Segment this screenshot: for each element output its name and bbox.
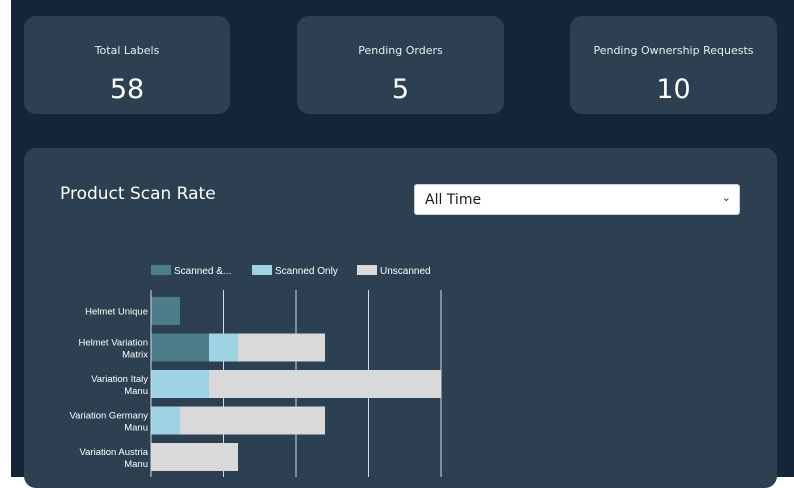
bar-segment <box>209 333 238 362</box>
category-label: Manu <box>124 459 148 470</box>
category-label: Helmet Unique <box>85 307 148 318</box>
bar-segment <box>151 370 209 398</box>
scan-rate-chart: Scanned &... Scanned Only Unscanned Helmet … <box>70 265 442 477</box>
category-label: Matrix <box>122 350 148 361</box>
category-label: Variation Italy <box>91 374 148 385</box>
legend-swatch <box>151 265 171 275</box>
category-label: Helmet Variation <box>78 338 148 349</box>
category-label: Variation Germany <box>70 411 149 422</box>
legend-swatch <box>357 265 377 275</box>
legend-label: Unscanned <box>380 266 431 277</box>
bar-segment <box>151 443 238 471</box>
legend-label: Scanned Only <box>275 266 338 277</box>
legend-swatch <box>252 265 272 275</box>
legend-label: Scanned &... <box>174 266 231 277</box>
bar-segment <box>209 370 441 398</box>
category-label: Manu <box>124 423 148 434</box>
bar-segment <box>151 333 209 362</box>
bar-segment <box>151 297 180 325</box>
bar-segment <box>238 333 325 362</box>
category-label: Manu <box>124 386 148 397</box>
category-label: Variation Austria <box>80 447 149 458</box>
bar-segment <box>151 406 180 435</box>
bar-segment <box>180 406 325 435</box>
